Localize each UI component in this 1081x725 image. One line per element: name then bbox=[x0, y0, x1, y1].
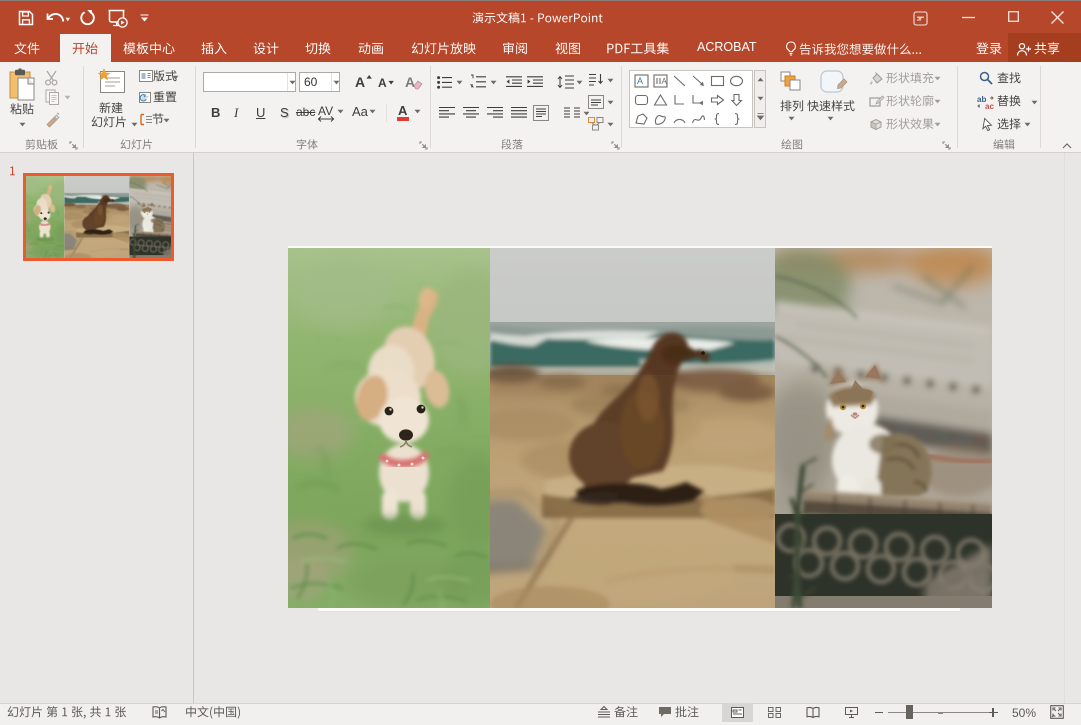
svg-text:ac: ac bbox=[985, 102, 994, 111]
svg-text:A: A bbox=[637, 76, 643, 86]
svg-text:A: A bbox=[662, 77, 668, 86]
